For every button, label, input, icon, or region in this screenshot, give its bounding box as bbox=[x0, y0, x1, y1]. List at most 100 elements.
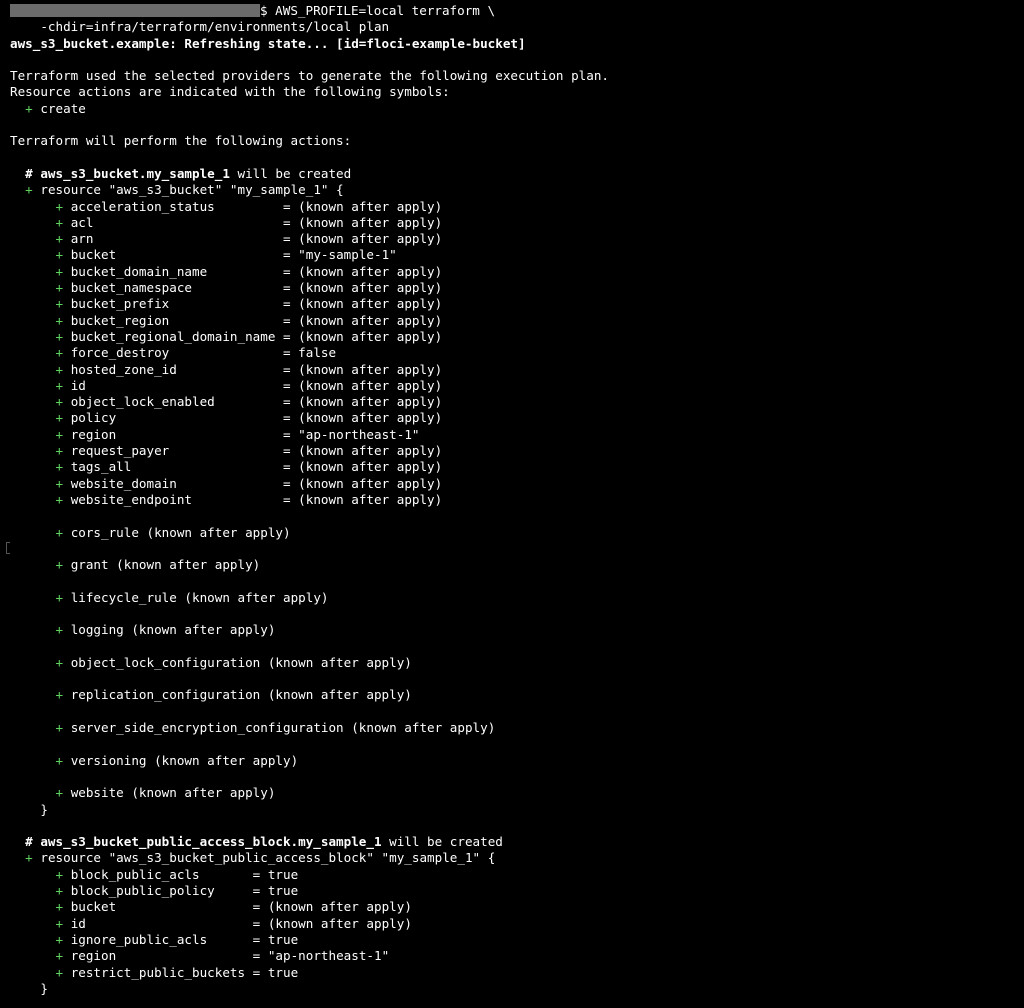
plus-icon: + bbox=[55, 459, 64, 475]
nested-block-text: logging (known after apply) bbox=[70, 622, 276, 638]
attribute-row: + force_destroy = false bbox=[10, 345, 1024, 361]
attribute-name: website_domain bbox=[70, 475, 276, 491]
attribute-row: + bucket_regional_domain_name = (known a… bbox=[10, 329, 1024, 345]
attribute-value: = (known after apply) bbox=[283, 410, 443, 426]
nested-block-text: website (known after apply) bbox=[70, 785, 276, 801]
resource-comment: # aws_s3_bucket_public_access_block.my_s… bbox=[10, 834, 1024, 850]
plus-icon: + bbox=[55, 296, 64, 312]
nested-block-text: object_lock_configuration (known after a… bbox=[70, 654, 412, 670]
attribute-value: = (known after apply) bbox=[283, 296, 443, 312]
attribute-name: website_endpoint bbox=[70, 491, 276, 507]
comment-hash: # bbox=[25, 165, 41, 181]
nested-block-row: + replication_configuration (known after… bbox=[10, 687, 1024, 703]
nested-block-row: + logging (known after apply) bbox=[10, 622, 1024, 638]
terminal-window[interactable]: $ AWS_PROFILE=local terraform \ -chdir=i… bbox=[0, 0, 1024, 1008]
cursor-bracket-icon bbox=[6, 542, 10, 554]
plus-icon: + bbox=[55, 948, 64, 964]
attribute-name: region bbox=[70, 948, 246, 964]
attribute-value: = (known after apply) bbox=[283, 328, 443, 344]
plus-icon: + bbox=[55, 964, 64, 980]
plus-icon: + bbox=[55, 752, 64, 768]
plus-icon: + bbox=[55, 280, 64, 296]
close-brace-text: } bbox=[40, 980, 48, 996]
attribute-name: object_lock_enabled bbox=[70, 394, 276, 410]
command-line-2: -chdir=infra/terraform/environments/loca… bbox=[10, 19, 390, 35]
comment-hash: # bbox=[25, 834, 41, 850]
attribute-name: hosted_zone_id bbox=[70, 361, 276, 377]
attribute-row: + block_public_acls = true bbox=[10, 867, 1024, 883]
attribute-value: = (known after apply) bbox=[252, 899, 412, 915]
attribute-name: id bbox=[70, 377, 276, 393]
attribute-value: = (known after apply) bbox=[283, 394, 443, 410]
command-text: AWS_PROFILE=local terraform \ bbox=[275, 3, 496, 18]
attribute-row: + bucket = "my-sample-1" bbox=[10, 247, 1024, 263]
plus-icon: + bbox=[55, 394, 64, 410]
plus-icon: + bbox=[55, 866, 64, 882]
plus-icon: + bbox=[55, 231, 64, 247]
attribute-value: = (known after apply) bbox=[283, 231, 443, 247]
resource-action: will be created bbox=[229, 165, 352, 181]
attribute-value: = (known after apply) bbox=[283, 361, 443, 377]
attribute-name: id bbox=[70, 915, 246, 931]
intro-line-1: Terraform used the selected providers to… bbox=[10, 68, 609, 84]
symbol-label: create bbox=[40, 100, 86, 116]
attribute-value: = (known after apply) bbox=[283, 459, 443, 475]
attribute-name: region bbox=[70, 426, 276, 442]
attribute-name: bucket_regional_domain_name bbox=[70, 328, 276, 344]
plus-icon: + bbox=[55, 720, 64, 736]
attribute-row: + hosted_zone_id = (known after apply) bbox=[10, 362, 1024, 378]
attribute-name: block_public_acls bbox=[70, 866, 246, 882]
plus-icon: + bbox=[55, 931, 64, 947]
attribute-row: + request_payer = (known after apply) bbox=[10, 443, 1024, 459]
attribute-row: + region = "ap-northeast-1" bbox=[10, 427, 1024, 443]
plus-icon: + bbox=[55, 426, 64, 442]
attribute-name: acceleration_status bbox=[70, 198, 276, 214]
attribute-value: = true bbox=[252, 964, 299, 980]
plus-icon: + bbox=[55, 915, 64, 931]
attribute-value: = true bbox=[252, 883, 299, 899]
attribute-row: + object_lock_enabled = (known after app… bbox=[10, 394, 1024, 410]
plus-icon: + bbox=[25, 850, 33, 866]
attribute-row: + bucket_prefix = (known after apply) bbox=[10, 296, 1024, 312]
attribute-name: acl bbox=[70, 214, 276, 230]
attribute-name: policy bbox=[70, 410, 276, 426]
attribute-name: force_destroy bbox=[70, 345, 276, 361]
attribute-value: = (known after apply) bbox=[283, 312, 443, 328]
plus-icon: + bbox=[55, 214, 64, 230]
attribute-value: = "my-sample-1" bbox=[283, 247, 397, 263]
plus-icon: + bbox=[55, 557, 64, 573]
resource-declaration: + resource "aws_s3_bucket_public_access_… bbox=[10, 850, 1024, 866]
resource-declaration: + resource "aws_s3_bucket" "my_sample_1"… bbox=[10, 182, 1024, 198]
attribute-row: + tags_all = (known after apply) bbox=[10, 459, 1024, 475]
nested-block-text: cors_rule (known after apply) bbox=[70, 524, 291, 540]
prompt-suffix: $ bbox=[260, 3, 276, 18]
plus-icon: + bbox=[55, 443, 64, 459]
attribute-name: bucket_namespace bbox=[70, 280, 276, 296]
nested-block-text: versioning (known after apply) bbox=[70, 752, 299, 768]
plus-icon: + bbox=[55, 491, 64, 507]
plus-icon: + bbox=[55, 785, 64, 801]
attribute-row: + id = (known after apply) bbox=[10, 916, 1024, 932]
attribute-row: + bucket_region = (known after apply) bbox=[10, 313, 1024, 329]
intro-line-2: Resource actions are indicated with the … bbox=[10, 84, 450, 100]
attribute-name: ignore_public_acls bbox=[70, 931, 246, 947]
resource-action: will be created bbox=[381, 834, 503, 850]
attribute-value: = (known after apply) bbox=[283, 198, 443, 214]
attribute-value: = (known after apply) bbox=[283, 475, 443, 491]
refresh-status: aws_s3_bucket.example: Refreshing state.… bbox=[10, 35, 526, 51]
plus-symbol: + bbox=[25, 100, 33, 116]
close-brace-text: } bbox=[40, 801, 48, 817]
attribute-row: + acceleration_status = (known after app… bbox=[10, 199, 1024, 215]
plus-icon: + bbox=[55, 654, 64, 670]
attribute-row: + website_domain = (known after apply) bbox=[10, 476, 1024, 492]
attribute-row: + bucket = (known after apply) bbox=[10, 899, 1024, 915]
nested-block-text: replication_configuration (known after a… bbox=[70, 687, 412, 703]
nested-block-row: + server_side_encryption_configuration (… bbox=[10, 720, 1024, 736]
resource-address-text: aws_s3_bucket_public_access_block.my_sam… bbox=[40, 834, 382, 850]
